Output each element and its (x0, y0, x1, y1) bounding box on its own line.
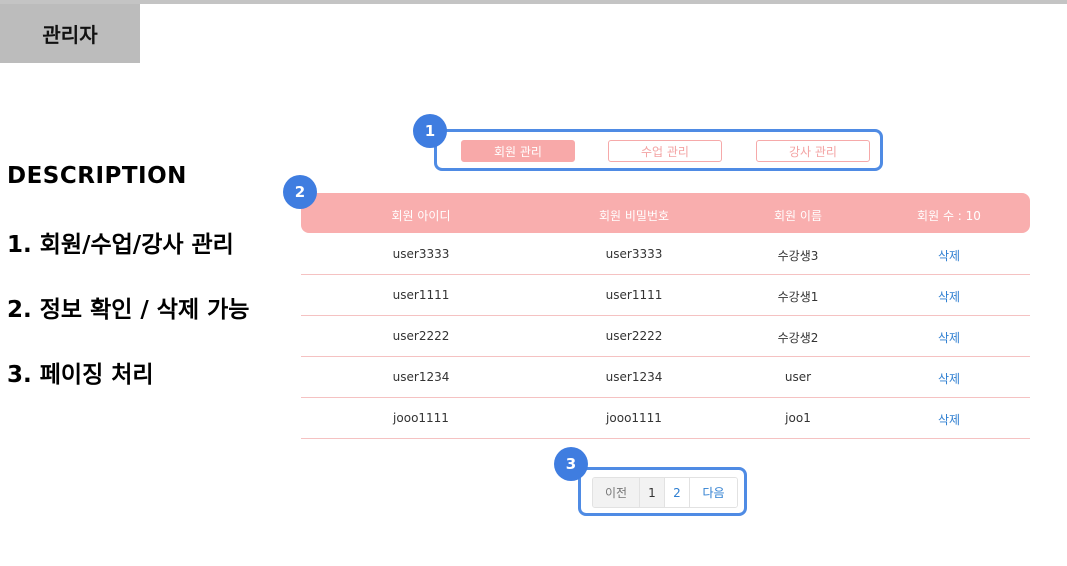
cell-member-id: user1111 (392, 288, 450, 302)
header-member-id: 회원 아이디 (391, 209, 451, 223)
header-member-count: 회원 수 : 10 (917, 209, 981, 223)
delete-link[interactable]: 삭제 (938, 329, 960, 346)
delete-link[interactable]: 삭제 (938, 288, 960, 305)
pagination: 이전 1 2 다음 (592, 477, 738, 508)
cell-member-password: user2222 (605, 329, 663, 343)
description-item-1: 1. 회원/수업/강사 관리 (7, 232, 234, 258)
tab-class-management[interactable]: 수업 관리 (608, 140, 722, 162)
delete-link[interactable]: 삭제 (938, 411, 960, 428)
cell-member-id: jooo1111 (393, 411, 449, 425)
step-badge-2: 2 (283, 175, 317, 209)
pagination-page-1[interactable]: 1 (640, 478, 665, 507)
step-badge-1: 1 (413, 114, 447, 148)
cell-member-password: user1111 (605, 288, 663, 302)
pagination-page-2[interactable]: 2 (665, 478, 690, 507)
admin-title: 관리자 (0, 4, 140, 63)
delete-link[interactable]: 삭제 (938, 247, 960, 264)
cell-member-password: jooo1111 (606, 411, 662, 425)
description-title: DESCRIPTION (7, 163, 187, 189)
pagination-prev-button[interactable]: 이전 (593, 478, 640, 507)
delete-link[interactable]: 삭제 (938, 370, 960, 387)
cell-member-name: 수강생1 (777, 290, 819, 304)
table-row: user1111 user1111 수강생1 삭제 (301, 274, 1030, 316)
top-border (0, 0, 1067, 4)
cell-member-name: joo1 (785, 411, 811, 425)
header-member-password: 회원 비밀번호 (598, 209, 670, 223)
cell-member-name: 수강생3 (777, 249, 819, 263)
cell-member-id: user3333 (392, 247, 450, 261)
description-item-3: 3. 페이징 처리 (7, 362, 154, 388)
table-header: 회원 아이디 회원 비밀번호 회원 이름 회원 수 : 10 (301, 193, 1030, 233)
header-member-name: 회원 이름 (774, 209, 822, 223)
step-badge-3: 3 (554, 447, 588, 481)
tab-member-management[interactable]: 회원 관리 (461, 140, 575, 162)
cell-member-id: user1234 (392, 370, 450, 384)
table-row: user1234 user1234 user 삭제 (301, 356, 1030, 398)
table-row: user2222 user2222 수강생2 삭제 (301, 315, 1030, 357)
cell-member-password: user1234 (605, 370, 663, 384)
pagination-next-button[interactable]: 다음 (690, 478, 737, 507)
tab-instructor-management[interactable]: 강사 관리 (756, 140, 870, 162)
table-row: jooo1111 jooo1111 joo1 삭제 (301, 397, 1030, 439)
cell-member-name: user (784, 370, 812, 384)
cell-member-password: user3333 (605, 247, 663, 261)
description-item-2: 2. 정보 확인 / 삭제 가능 (7, 297, 250, 323)
table-row: user3333 user3333 수강생3 삭제 (301, 233, 1030, 275)
cell-member-id: user2222 (392, 329, 450, 343)
cell-member-name: 수강생2 (777, 331, 819, 345)
